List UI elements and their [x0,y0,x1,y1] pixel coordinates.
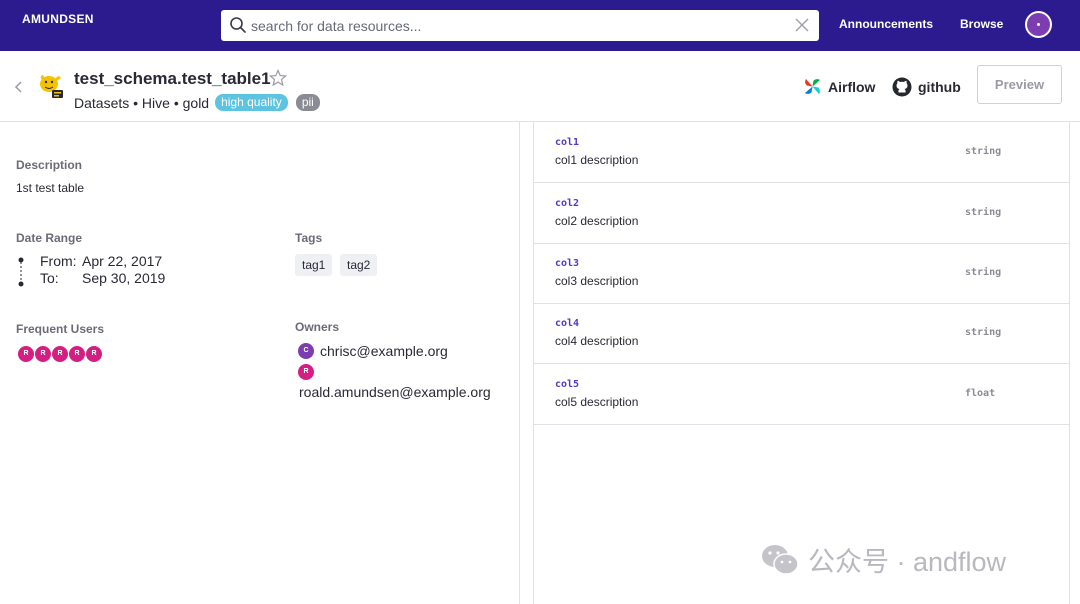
github-link[interactable]: github [892,77,961,97]
badge-high-quality[interactable]: high quality [215,94,288,111]
frequent-user-avatar[interactable]: R [85,345,103,363]
announcements-link[interactable]: Announcements [839,17,933,31]
table-header: test_schema.test_table1 Datasets • Hive … [0,51,1080,122]
column-row[interactable]: col5 col5 description float [534,364,1070,425]
tags-title: Tags [295,231,323,245]
column-description: col1 description [555,153,639,167]
column-description: col5 description [555,395,639,409]
back-chevron-icon[interactable] [14,80,24,94]
column-row[interactable]: col2 col2 description string [534,183,1070,244]
preview-button[interactable]: Preview [977,65,1062,104]
airflow-link[interactable]: Airflow [803,77,875,96]
frequent-users-title: Frequent Users [16,322,105,336]
user-avatar[interactable] [1025,11,1052,38]
date-range-line-icon [18,257,24,287]
column-row[interactable]: col3 col3 description string [534,243,1070,304]
bookmark-star-icon[interactable] [269,69,287,87]
github-icon [892,77,912,97]
column-type: string [965,207,1002,218]
airflow-label: Airflow [828,78,876,95]
column-row[interactable]: col1 col1 description string [534,122,1070,183]
wechat-icon [762,544,799,575]
table-details-panel: Description 1st test table Date Range Fr… [0,122,520,604]
frequent-user-avatar[interactable]: R [68,345,86,363]
hive-database-icon [40,75,63,98]
owner-avatar[interactable]: C [298,343,314,359]
description-title: Description [16,158,83,172]
to-value: Sep 30, 2019 [82,270,166,286]
owner-email[interactable]: roald.amundsen@example.org [299,384,491,400]
watermark-text: 公众号 · andflow [808,547,1007,577]
browse-link[interactable]: Browse [960,17,1003,31]
frequent-user-avatar[interactable]: R [51,345,69,363]
column-description: col2 description [555,214,639,228]
frequent-user-avatar[interactable]: R [17,345,35,363]
clear-search-icon[interactable] [795,18,809,32]
column-description: col3 description [555,274,639,288]
column-row[interactable]: col4 col4 description string [534,303,1070,364]
date-range-title: Date Range [16,231,83,245]
search-box[interactable] [221,10,819,41]
from-value: Apr 22, 2017 [82,253,163,269]
owners-title: Owners [295,320,340,334]
to-label: To: [40,270,59,286]
top-navbar: AMUNDSEN Announcements Browse [0,0,1080,51]
airflow-icon [804,78,821,95]
column-type: float [965,388,996,399]
owner-avatar[interactable]: R [298,364,314,380]
table-subtitle: Datasets • Hive • gold high quality pii [74,94,320,111]
column-type: string [965,267,1002,278]
badge-pii[interactable]: pii [295,94,320,111]
date-range-from: From: Apr 22, 2017 [40,253,162,269]
tag-2[interactable]: tag2 [340,254,378,276]
column-type: string [965,146,1002,157]
page-title: test_schema.test_table1 [74,69,271,88]
search-icon [230,17,246,33]
column-name: col3 [555,258,580,269]
column-name: col1 [555,137,580,148]
column-name: col4 [555,318,580,329]
column-name: col5 [555,379,580,390]
watermark: 公众号 · andflow [760,540,1006,579]
column-type: string [965,327,1002,338]
owner-email[interactable]: chrisc@example.org [320,343,448,359]
tag-1[interactable]: tag1 [295,254,333,276]
frequent-user-avatar[interactable]: R [34,345,52,363]
date-range-to: To: Sep 30, 2019 [40,270,165,286]
app-logo[interactable]: AMUNDSEN [22,12,94,26]
github-label: github [918,79,961,95]
subtitle-text: Datasets • Hive • gold [74,94,210,111]
column-list: col1 col1 description string col2 col2 d… [533,122,1070,604]
from-label: From: [40,253,77,269]
column-description: col4 description [555,334,639,348]
search-input[interactable] [251,14,781,37]
column-name: col2 [555,198,580,209]
description-text[interactable]: 1st test table [16,181,84,195]
